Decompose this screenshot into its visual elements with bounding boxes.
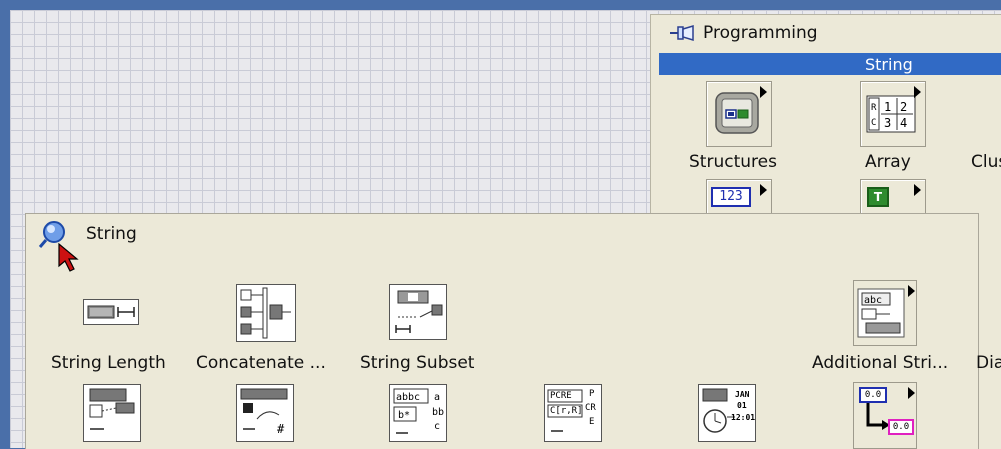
- structures-label: Structures: [689, 152, 777, 172]
- search-replace-button[interactable]: #: [236, 384, 294, 442]
- string-subset-button[interactable]: [389, 284, 447, 340]
- day-text: 01: [737, 401, 747, 410]
- svg-text:3: 3: [884, 116, 891, 130]
- svg-text:R: R: [871, 103, 877, 113]
- search-replace-icon: #: [240, 388, 288, 436]
- format-date-time-button[interactable]: JAN 01 12:01: [698, 384, 756, 442]
- structures-button[interactable]: [706, 81, 772, 147]
- string-length-button[interactable]: [83, 299, 139, 325]
- boolean-icon: T: [867, 187, 889, 207]
- pcre-text: PCRE: [550, 391, 572, 401]
- string-palette-header: String: [38, 220, 137, 248]
- string-palette-title: String: [86, 224, 137, 244]
- e-text: E: [589, 417, 595, 427]
- svg-text:4: 4: [900, 116, 907, 130]
- match-pattern-icon: [89, 388, 135, 430]
- additional-string-functions-button[interactable]: abc: [853, 280, 917, 346]
- match-regular-expression-button[interactable]: PCRE C[r,R] P CR E: [544, 384, 602, 442]
- string-subset-icon: [395, 290, 443, 333]
- string-number-conversion-button[interactable]: 0.0 0.0: [853, 382, 917, 449]
- svg-text:C: C: [871, 118, 876, 128]
- p-text: P: [589, 389, 595, 399]
- svg-text:abc: abc: [864, 295, 882, 306]
- concatenate-strings-icon: [240, 287, 291, 339]
- concatenate-strings-label: Concatenate ...: [196, 353, 326, 373]
- svg-text:b*: b*: [398, 410, 410, 421]
- string-length-icon: [87, 305, 135, 319]
- array-button[interactable]: R C 1 2 3 4: [860, 81, 926, 147]
- svg-text:c: c: [434, 421, 440, 432]
- concatenate-strings-button[interactable]: [236, 284, 296, 342]
- pushpin-icon[interactable]: [669, 22, 697, 44]
- string-length-label: String Length: [51, 353, 166, 373]
- additional-string-functions-label: Additional Stri...: [812, 353, 949, 373]
- numeric-icon: 123: [711, 187, 751, 207]
- jan-text: JAN: [735, 390, 750, 399]
- svg-text:a: a: [434, 392, 440, 403]
- svg-text:1: 1: [884, 100, 891, 114]
- string-subset-label: String Subset: [360, 353, 475, 373]
- c-r-text: C[r,R]: [550, 406, 583, 416]
- match-pattern-button[interactable]: [83, 384, 141, 442]
- mouse-cursor-icon: [58, 242, 79, 272]
- dialog-label: Dia: [976, 353, 1001, 373]
- svg-text:bb: bb: [432, 407, 444, 418]
- svg-text:2: 2: [900, 100, 907, 114]
- numeric-conversion-output: 0.0: [888, 419, 914, 435]
- svg-text:#: #: [277, 422, 285, 436]
- cluster-label: Clus: [971, 152, 1001, 172]
- svg-text:abbc: abbc: [396, 392, 420, 403]
- programming-palette-title: Programming: [703, 23, 818, 43]
- time-text: 12:01: [731, 413, 756, 422]
- palette-item-string-highlight[interactable]: String: [659, 53, 1001, 75]
- format-into-string-button[interactable]: abbc b* a bb c: [389, 384, 447, 442]
- cr-text: CR: [585, 403, 596, 413]
- string-palette: String String Length Concatenate ... Str…: [25, 213, 1001, 449]
- format-into-string-icon: abbc b* a bb c: [393, 388, 444, 434]
- array-label: Array: [865, 152, 911, 172]
- programming-palette-header: Programming: [669, 21, 818, 45]
- additional-string-functions-icon: abc: [857, 288, 905, 338]
